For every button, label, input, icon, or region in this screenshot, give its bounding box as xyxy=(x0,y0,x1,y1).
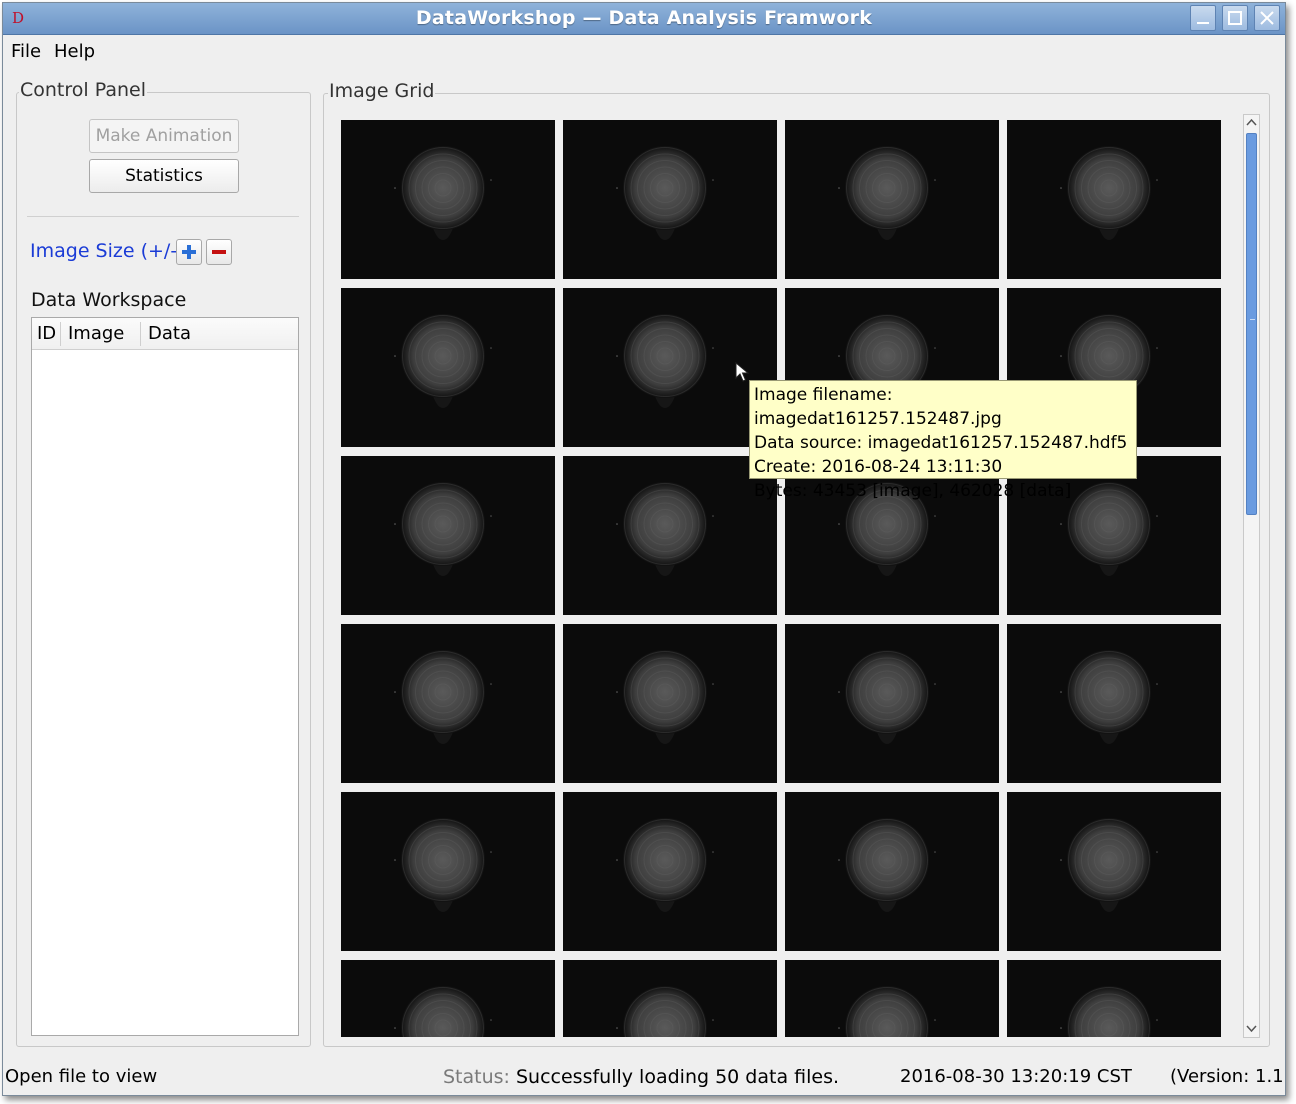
image-thumbnail[interactable] xyxy=(341,960,555,1037)
plus-icon xyxy=(182,245,196,259)
image-thumbnail[interactable] xyxy=(1007,960,1221,1037)
image-thumbnail[interactable] xyxy=(563,960,777,1037)
image-thumbnail[interactable] xyxy=(1007,624,1221,783)
interference-pattern-image xyxy=(341,624,555,783)
interference-pattern-image xyxy=(341,960,555,1037)
image-thumbnail[interactable] xyxy=(563,624,777,783)
image-thumbnail[interactable] xyxy=(341,288,555,447)
divider xyxy=(27,216,299,217)
control-panel: Control Panel Make Animation Statistics … xyxy=(16,79,311,1047)
interference-pattern-image xyxy=(563,960,777,1037)
close-icon xyxy=(1260,11,1274,25)
window-title: DataWorkshop — Data Analysis Framwork xyxy=(415,7,873,29)
status-timestamp: 2016-08-30 13:20:19 CST xyxy=(900,1066,1132,1087)
interference-pattern-image xyxy=(563,456,777,615)
image-thumbnail[interactable] xyxy=(1007,792,1221,951)
tooltip-data-source: Data source: imagedat161257.152487.hdf5 xyxy=(754,433,1128,453)
image-tooltip: Image filename: imagedat161257.152487.jp… xyxy=(749,380,1137,501)
column-header-image[interactable]: Image xyxy=(68,323,124,344)
image-thumbnail[interactable] xyxy=(785,960,999,1037)
status-bar: Open file to view Status: Successfully l… xyxy=(3,1061,1285,1093)
image-thumbnail[interactable] xyxy=(785,120,999,279)
status-label: Status: xyxy=(443,1066,510,1088)
table-header: ID Image Data xyxy=(32,318,298,350)
image-thumbnail[interactable] xyxy=(785,792,999,951)
scrollbar-thumb[interactable] xyxy=(1246,133,1257,515)
interference-pattern-image xyxy=(563,120,777,279)
minimize-button[interactable] xyxy=(1190,5,1216,31)
interference-pattern-image xyxy=(341,456,555,615)
image-size-decrease-button[interactable] xyxy=(206,239,232,265)
menu-bar: File Help xyxy=(3,35,1285,65)
image-thumbnail[interactable] xyxy=(341,456,555,615)
interference-pattern-image xyxy=(1007,960,1221,1037)
menu-help[interactable]: Help xyxy=(54,41,95,62)
image-thumbnail[interactable] xyxy=(785,624,999,783)
image-size-increase-button[interactable] xyxy=(176,239,202,265)
maximize-icon xyxy=(1228,11,1242,25)
status-message: Open file to view xyxy=(5,1066,158,1087)
status-text: Successfully loading 50 data files. xyxy=(516,1066,840,1088)
tooltip-filename: Image filename: imagedat161257.152487.jp… xyxy=(754,385,1002,429)
vertical-scrollbar[interactable] xyxy=(1243,114,1260,1038)
interference-pattern-image xyxy=(785,792,999,951)
statistics-button[interactable]: Statistics xyxy=(89,159,239,193)
interference-pattern-image xyxy=(563,624,777,783)
column-divider xyxy=(60,322,61,346)
image-thumbnail[interactable] xyxy=(1007,120,1221,279)
mouse-cursor-icon xyxy=(735,362,750,382)
interference-pattern-image xyxy=(1007,120,1221,279)
column-header-id[interactable]: ID xyxy=(37,323,56,344)
interference-pattern-image xyxy=(1007,624,1221,783)
interference-pattern-image xyxy=(563,792,777,951)
minimize-icon xyxy=(1197,22,1209,24)
close-button[interactable] xyxy=(1254,5,1280,31)
minus-icon xyxy=(212,250,226,254)
tooltip-create-date: Create: 2016-08-24 13:11:30 xyxy=(754,457,1003,477)
interference-pattern-image xyxy=(1007,792,1221,951)
image-thumbnail[interactable] xyxy=(341,120,555,279)
control-panel-title: Control Panel xyxy=(19,79,147,101)
scroll-down-arrow-icon[interactable] xyxy=(1244,1021,1259,1036)
maximize-button[interactable] xyxy=(1222,5,1248,31)
interference-pattern-image xyxy=(341,120,555,279)
main-window: D DataWorkshop — Data Analysis Framwork … xyxy=(2,2,1286,1096)
interference-pattern-image xyxy=(341,288,555,447)
image-grid[interactable] xyxy=(337,115,1243,1037)
image-thumbnail[interactable] xyxy=(563,456,777,615)
version-label: (Version: 1.1) xyxy=(1170,1066,1286,1087)
interference-pattern-image xyxy=(785,624,999,783)
image-thumbnail[interactable] xyxy=(341,624,555,783)
tooltip-bytes: Bytes: 43453 [image], 462028 [data] xyxy=(754,481,1072,501)
interference-pattern-image xyxy=(341,792,555,951)
image-thumbnail[interactable] xyxy=(563,120,777,279)
image-grid-title: Image Grid xyxy=(328,80,436,102)
scroll-up-arrow-icon[interactable] xyxy=(1244,115,1259,130)
interference-pattern-image xyxy=(785,960,999,1037)
image-thumbnail[interactable] xyxy=(563,792,777,951)
image-size-label: Image Size (+/-) xyxy=(30,240,185,262)
scrollbar-grip xyxy=(1250,319,1255,320)
column-divider xyxy=(140,322,141,346)
image-thumbnail[interactable] xyxy=(341,792,555,951)
data-workspace-table[interactable]: ID Image Data xyxy=(31,317,299,1036)
column-header-data[interactable]: Data xyxy=(148,323,191,344)
interference-pattern-image xyxy=(785,120,999,279)
data-workspace-label: Data Workspace xyxy=(31,289,187,311)
make-animation-button[interactable]: Make Animation xyxy=(89,119,239,153)
title-bar[interactable]: D DataWorkshop — Data Analysis Framwork xyxy=(3,3,1285,35)
menu-file[interactable]: File xyxy=(11,41,41,62)
